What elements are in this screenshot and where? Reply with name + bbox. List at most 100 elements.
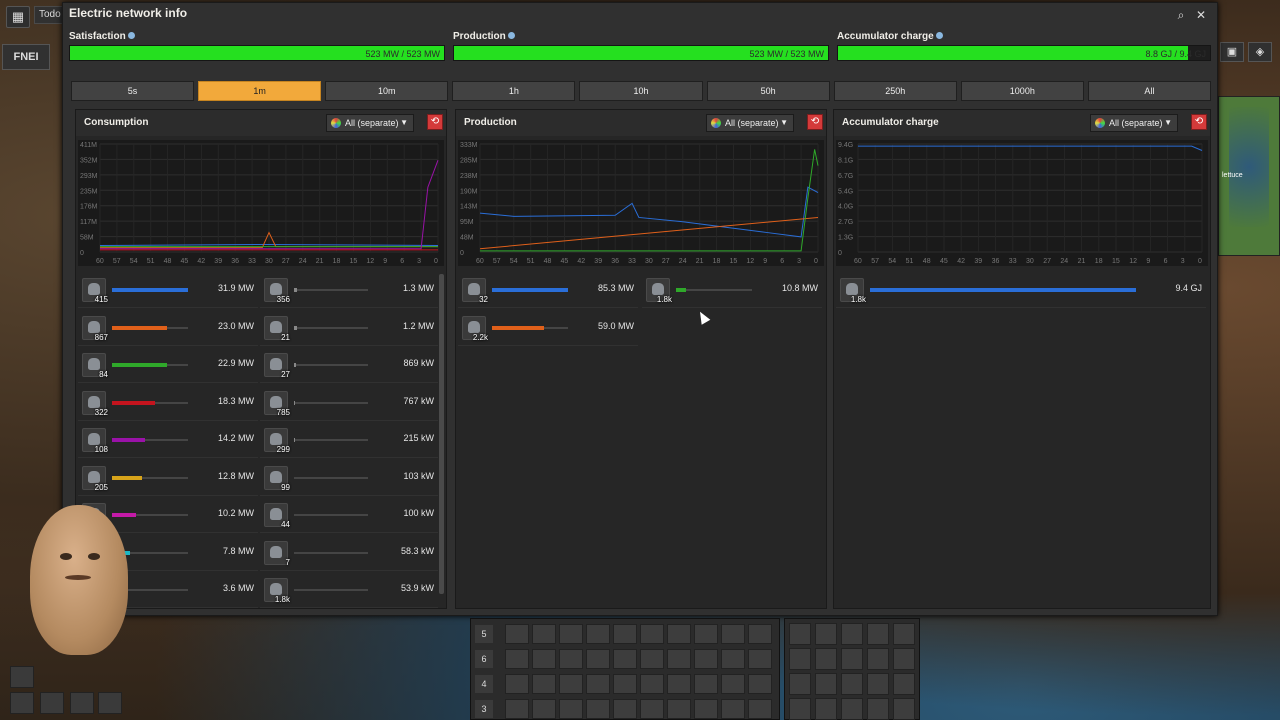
tab-1000h[interactable]: 1000h bbox=[960, 81, 1084, 101]
hotbar-slot[interactable] bbox=[559, 649, 583, 669]
hotbar-slot[interactable] bbox=[694, 699, 718, 719]
consumption-right-row[interactable]: 356 1.3 MW bbox=[260, 272, 438, 308]
fnei-button[interactable]: FNEI bbox=[2, 44, 50, 70]
tab-5s[interactable]: 5s bbox=[71, 81, 195, 101]
shortcut-tool-icon[interactable] bbox=[789, 648, 811, 670]
scrollbar[interactable] bbox=[439, 274, 444, 594]
hotbar-slot[interactable] bbox=[532, 674, 556, 694]
hotbar-row-number[interactable]: 4 bbox=[475, 675, 493, 693]
module-icon[interactable] bbox=[40, 692, 64, 714]
search-icon[interactable]: ⌕ bbox=[1173, 7, 1189, 23]
consumption-left-row[interactable]: 108 14.2 MW bbox=[78, 422, 258, 458]
train-icon[interactable]: ▣ bbox=[1220, 42, 1244, 62]
consumption-right-row[interactable]: 21 1.2 MW bbox=[260, 310, 438, 346]
shortcut-tool-icon[interactable] bbox=[789, 673, 811, 695]
shortcut-tool-icon[interactable] bbox=[867, 698, 889, 720]
hotbar-slot[interactable] bbox=[694, 674, 718, 694]
hotbar-slot[interactable] bbox=[613, 699, 637, 719]
consumption-right-row[interactable]: 785 767 kW bbox=[260, 385, 438, 421]
hotbar-slot[interactable] bbox=[586, 649, 610, 669]
hotbar-slot[interactable] bbox=[748, 649, 772, 669]
consumption-left-row[interactable]: 415 31.9 MW bbox=[78, 272, 258, 308]
shortcut-tool-icon[interactable] bbox=[867, 623, 889, 645]
hotbar-slot[interactable] bbox=[640, 624, 664, 644]
shortcut-tool-icon[interactable] bbox=[867, 648, 889, 670]
production-filter-dropdown[interactable]: All (separate) ▼ bbox=[706, 114, 794, 132]
consumption-right-row[interactable]: 7 58.3 kW bbox=[260, 535, 438, 571]
map-icon[interactable]: ◈ bbox=[1248, 42, 1272, 62]
shortcut-tool-icon[interactable] bbox=[815, 698, 837, 720]
robot-icon[interactable] bbox=[98, 692, 122, 714]
shortcut-tool-icon[interactable] bbox=[893, 673, 915, 695]
hotbar-row-number[interactable]: 5 bbox=[475, 625, 493, 643]
shortcut-tool-icon[interactable] bbox=[841, 623, 863, 645]
accumulator-left-row[interactable]: 1.8k 9.4 GJ bbox=[836, 272, 1206, 308]
calculator-icon[interactable]: ▦ bbox=[6, 6, 30, 28]
belt-icon[interactable] bbox=[10, 692, 34, 714]
hotbar-slot[interactable] bbox=[721, 649, 745, 669]
hotbar-slot[interactable] bbox=[505, 624, 529, 644]
hotbar-slot[interactable] bbox=[667, 674, 691, 694]
info-icon[interactable] bbox=[935, 32, 943, 39]
shortcut-tool-icon[interactable] bbox=[815, 648, 837, 670]
hotbar-slot[interactable] bbox=[748, 674, 772, 694]
info-icon[interactable] bbox=[127, 32, 135, 39]
hotbar-slot[interactable] bbox=[613, 674, 637, 694]
hotbar-slot[interactable] bbox=[559, 624, 583, 644]
hotbar-slot[interactable] bbox=[640, 674, 664, 694]
hotbar-slot[interactable] bbox=[640, 649, 664, 669]
hotbar-slot[interactable] bbox=[721, 624, 745, 644]
consumption-left-row[interactable]: 84 22.9 MW bbox=[78, 347, 258, 383]
hotbar-slot[interactable] bbox=[505, 649, 529, 669]
shortcut-tool-icon[interactable] bbox=[893, 623, 915, 645]
hotbar-slot[interactable] bbox=[694, 624, 718, 644]
tab-All[interactable]: All bbox=[1087, 81, 1211, 101]
close-icon[interactable]: ✕ bbox=[1193, 7, 1209, 23]
hotbar-slot[interactable] bbox=[640, 699, 664, 719]
hotbar-slot[interactable] bbox=[586, 624, 610, 644]
tab-1h[interactable]: 1h bbox=[452, 81, 576, 101]
hotbar-slot[interactable] bbox=[505, 699, 529, 719]
consumption-left-row[interactable]: 205 12.8 MW bbox=[78, 460, 258, 496]
reset-button[interactable]: ⟲ bbox=[1191, 114, 1207, 130]
hotbar-slot[interactable] bbox=[694, 649, 718, 669]
consumption-right-row[interactable]: 27 869 kW bbox=[260, 347, 438, 383]
hotbar-slot[interactable] bbox=[532, 624, 556, 644]
hotbar-slot[interactable] bbox=[748, 624, 772, 644]
shortcut-tool-icon[interactable] bbox=[867, 673, 889, 695]
hotbar-slot[interactable] bbox=[667, 624, 691, 644]
inserter-icon[interactable] bbox=[70, 692, 94, 714]
accumulator-filter-dropdown[interactable]: All (separate) ▼ bbox=[1090, 114, 1178, 132]
production-right-row[interactable]: 1.8k 10.8 MW bbox=[642, 272, 822, 308]
shortcut-tool-icon[interactable] bbox=[893, 698, 915, 720]
consumption-left-row[interactable]: 867 23.0 MW bbox=[78, 310, 258, 346]
hotbar-slot[interactable] bbox=[667, 699, 691, 719]
hotbar-row-number[interactable]: 3 bbox=[475, 700, 493, 718]
reset-button[interactable]: ⟲ bbox=[807, 114, 823, 130]
shortcut-tool-icon[interactable] bbox=[841, 648, 863, 670]
consumption-right-row[interactable]: 99 103 kW bbox=[260, 460, 438, 496]
consumption-right-row[interactable]: 44 100 kW bbox=[260, 497, 438, 533]
hotbar-slot[interactable] bbox=[532, 699, 556, 719]
hotbar-slot[interactable] bbox=[613, 624, 637, 644]
shortcut-tool-icon[interactable] bbox=[789, 623, 811, 645]
hotbar-slot[interactable] bbox=[586, 699, 610, 719]
production-left-row[interactable]: 2.2k 59.0 MW bbox=[458, 310, 638, 346]
character-icon[interactable] bbox=[10, 666, 34, 688]
hotbar-slot[interactable] bbox=[505, 674, 529, 694]
consumption-filter-dropdown[interactable]: All (separate) ▼ bbox=[326, 114, 414, 132]
consumption-right-row[interactable]: 1.8k 53.9 kW bbox=[260, 572, 438, 608]
hotbar-slot[interactable] bbox=[532, 649, 556, 669]
tab-250h[interactable]: 250h bbox=[833, 81, 957, 101]
production-left-row[interactable]: 32 85.3 MW bbox=[458, 272, 638, 308]
hotbar-slot[interactable] bbox=[667, 649, 691, 669]
shortcut-tool-icon[interactable] bbox=[841, 673, 863, 695]
hotbar-slot[interactable] bbox=[748, 699, 772, 719]
shortcut-tool-icon[interactable] bbox=[815, 623, 837, 645]
hotbar-slot[interactable] bbox=[613, 649, 637, 669]
consumption-left-row[interactable]: 322 18.3 MW bbox=[78, 385, 258, 421]
tab-1m[interactable]: 1m bbox=[198, 81, 322, 101]
tab-10h[interactable]: 10h bbox=[579, 81, 703, 101]
shortcut-tool-icon[interactable] bbox=[789, 698, 811, 720]
hotbar-row-number[interactable]: 6 bbox=[475, 650, 493, 668]
